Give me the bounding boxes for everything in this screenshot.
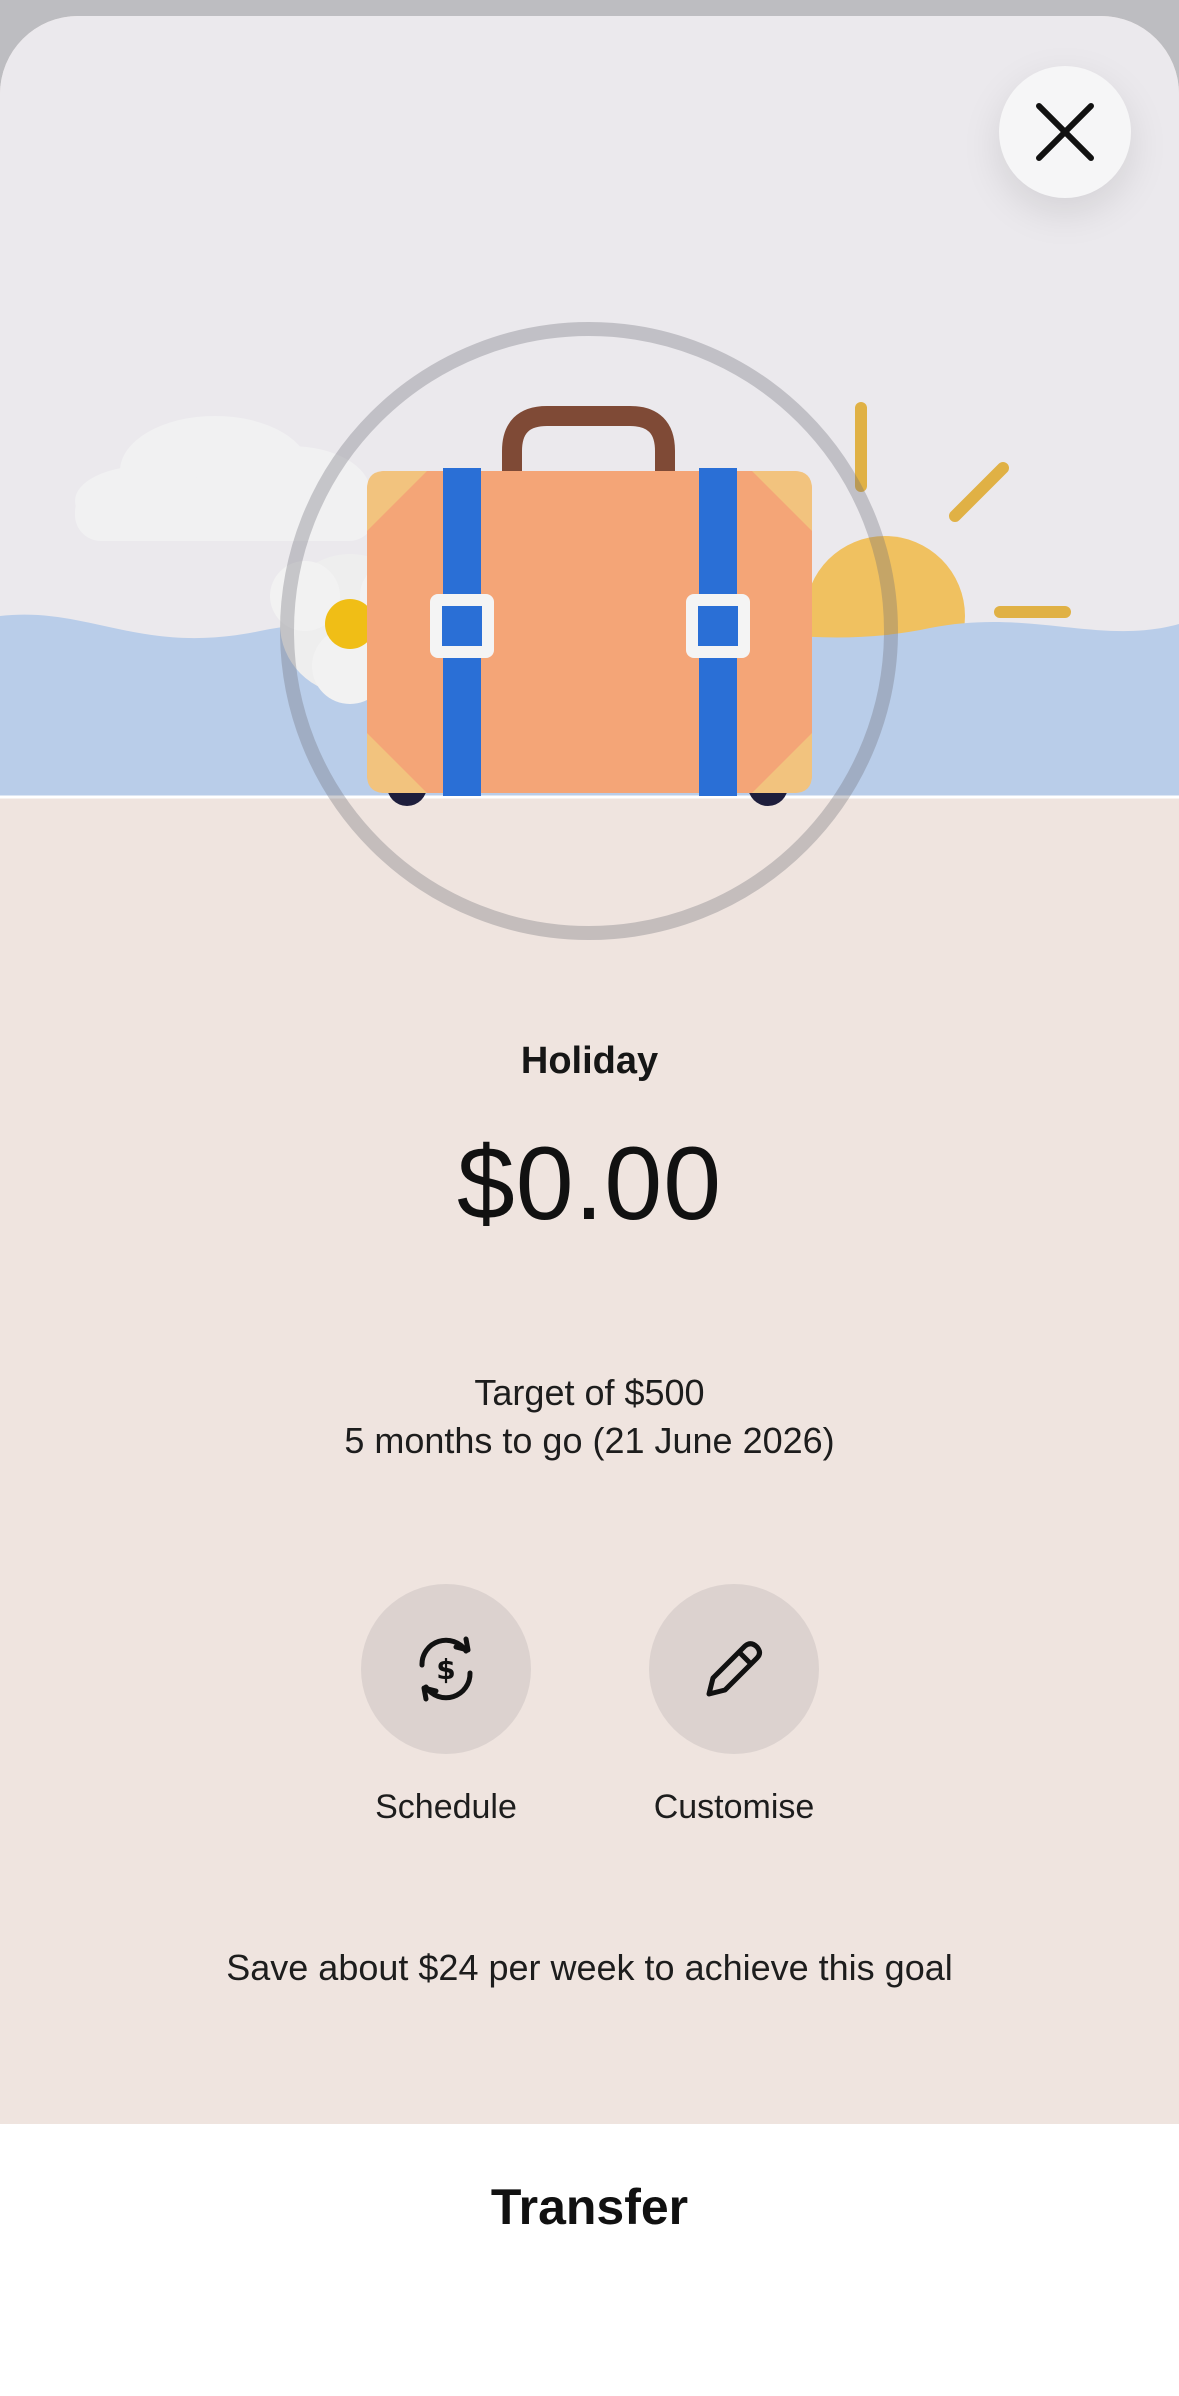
- suitcase-illustration: [0, 322, 1179, 940]
- svg-text:$: $: [436, 1653, 455, 1686]
- transfer-button[interactable]: Transfer: [0, 2178, 1179, 2236]
- goal-balance: $0.00: [456, 1126, 723, 1242]
- savings-tip: Save about $24 per week to achieve this …: [226, 1947, 953, 1988]
- close-icon: [1036, 103, 1094, 161]
- pencil-icon: [706, 1641, 762, 1697]
- goal-name: Holiday: [520, 1040, 659, 1082]
- close-button[interactable]: [999, 66, 1131, 198]
- goal-hero-illustration: [0, 16, 1179, 940]
- goal-target: Target of $500: [474, 1372, 705, 1413]
- schedule-label: Schedule: [375, 1788, 517, 1826]
- footer-bar: [0, 2124, 1179, 2396]
- schedule-button[interactable]: $: [361, 1584, 531, 1754]
- customise-label: Customise: [653, 1788, 815, 1826]
- goal-countdown: 5 months to go (21 June 2026): [344, 1420, 835, 1461]
- customise-button[interactable]: [649, 1584, 819, 1754]
- recurring-dollar-icon: $: [419, 1636, 473, 1702]
